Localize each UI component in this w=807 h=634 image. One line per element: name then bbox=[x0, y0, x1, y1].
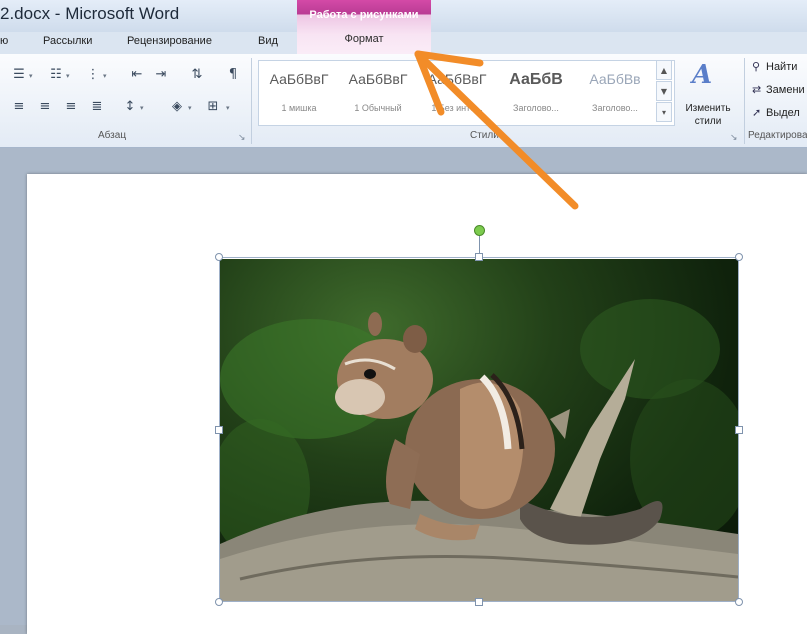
style-tile[interactable]: АаБбВвГ 1 Без инте... bbox=[419, 63, 495, 121]
tab-partial[interactable]: ю bbox=[0, 35, 8, 47]
justify-icon[interactable]: ≣ bbox=[88, 98, 106, 116]
decrease-indent-icon[interactable]: ⇤ bbox=[128, 66, 146, 84]
tab-review[interactable]: Рецензирование bbox=[127, 35, 212, 47]
style-name: Заголово... bbox=[592, 103, 638, 113]
style-name: Заголово... bbox=[513, 103, 559, 113]
gallery-up-icon[interactable]: ▲ bbox=[656, 60, 672, 80]
cursor-icon: ➚ bbox=[752, 106, 762, 119]
binoculars-icon: ⚲ bbox=[752, 60, 761, 73]
styles-gallery: АаБбВвГ 1 мишка АаБбВвГ 1 Обычный АаБбВв… bbox=[258, 60, 675, 126]
chipmunk-picture[interactable] bbox=[220, 259, 738, 602]
tab-format[interactable]: Формат bbox=[297, 33, 431, 45]
gallery-more-icon[interactable]: ▾ bbox=[656, 102, 672, 122]
sort-icon[interactable]: ⇅ bbox=[188, 66, 206, 84]
resize-handle-bottom[interactable] bbox=[475, 598, 483, 606]
replace-button[interactable]: ⇄ Замени bbox=[752, 83, 805, 101]
numbering-dropdown-icon[interactable]: ▾ bbox=[66, 72, 70, 80]
change-styles-button[interactable]: A Изменить стили bbox=[676, 58, 740, 127]
style-sample: АаБбВвГ bbox=[427, 71, 487, 87]
style-name: 1 Без инте... bbox=[431, 103, 483, 113]
align-right-icon[interactable]: ≡ bbox=[62, 98, 80, 116]
resize-handle-bottom-left[interactable] bbox=[215, 598, 223, 606]
paragraph-group-label: Абзац bbox=[98, 130, 127, 141]
borders-icon[interactable]: ⊞ bbox=[204, 98, 222, 116]
styles-group-label: Стили bbox=[470, 130, 499, 141]
select-label: Выдел bbox=[766, 107, 800, 119]
numbering-icon[interactable]: ☷ bbox=[47, 66, 65, 84]
style-sample: АаБбВвГ bbox=[269, 71, 329, 87]
resize-handle-bottom-right[interactable] bbox=[735, 598, 743, 606]
paragraph-dialog-launcher-icon[interactable]: ↘ bbox=[238, 133, 246, 143]
picture-tools-context: Работа с рисунками Формат bbox=[297, 0, 431, 58]
line-spacing-dropdown-icon[interactable]: ▾ bbox=[140, 104, 144, 112]
styles-gallery-scroll: ▲ ▼ ▾ bbox=[656, 60, 673, 124]
group-divider bbox=[251, 58, 252, 144]
multilevel-list-icon[interactable]: ⋮ bbox=[84, 66, 102, 84]
style-sample: АаБбВв bbox=[589, 71, 641, 87]
style-tile[interactable]: АаБбВвГ 1 мишка bbox=[261, 63, 337, 121]
rotate-handle[interactable] bbox=[474, 225, 485, 236]
replace-icon: ⇄ bbox=[752, 83, 762, 96]
style-tile[interactable]: АаБбВ Заголово... bbox=[498, 63, 574, 121]
style-sample: АаБбВвГ bbox=[348, 71, 408, 87]
align-center-icon[interactable]: ≡ bbox=[36, 98, 54, 116]
align-left-icon[interactable]: ≡ bbox=[10, 98, 28, 116]
group-divider bbox=[744, 58, 745, 144]
tab-mailings[interactable]: Рассылки bbox=[43, 35, 92, 47]
line-spacing-icon[interactable]: ↕ bbox=[121, 98, 139, 116]
bullets-icon[interactable]: ☰ bbox=[10, 66, 28, 84]
borders-dropdown-icon[interactable]: ▾ bbox=[226, 104, 230, 112]
resize-handle-left[interactable] bbox=[215, 426, 223, 434]
find-label: Найти bbox=[766, 61, 798, 73]
editing-group-label: Редактирова bbox=[748, 130, 807, 141]
pilcrow-icon[interactable]: ¶ bbox=[224, 66, 242, 84]
style-tile[interactable]: АаБбВвГ 1 Обычный bbox=[340, 63, 416, 121]
resize-handle-top-right[interactable] bbox=[735, 253, 743, 261]
increase-indent-icon[interactable]: ⇥ bbox=[152, 66, 170, 84]
chipmunk-image-icon bbox=[220, 299, 738, 602]
style-sample: АаБбВ bbox=[509, 71, 563, 88]
style-tile[interactable]: АаБбВв Заголово... bbox=[577, 63, 653, 121]
picture-tools-title: Работа с рисунками bbox=[309, 9, 419, 21]
gallery-down-icon[interactable]: ▼ bbox=[656, 81, 672, 101]
resize-handle-top-left[interactable] bbox=[215, 253, 223, 261]
styles-dialog-launcher-icon[interactable]: ↘ bbox=[730, 133, 738, 143]
replace-label: Замени bbox=[766, 84, 805, 96]
shading-dropdown-icon[interactable]: ▾ bbox=[188, 104, 192, 112]
bullets-dropdown-icon[interactable]: ▾ bbox=[29, 72, 33, 80]
resize-handle-top[interactable] bbox=[475, 253, 483, 261]
shading-icon[interactable]: ◈ bbox=[168, 98, 186, 116]
find-button[interactable]: ⚲ Найти bbox=[752, 60, 797, 78]
change-styles-icon: A bbox=[692, 60, 713, 90]
style-name: 1 мишка bbox=[281, 103, 317, 113]
resize-handle-right[interactable] bbox=[735, 426, 743, 434]
window-title: 2.docx - Microsoft Word bbox=[0, 4, 180, 23]
change-styles-label: Изменить стили bbox=[685, 103, 731, 127]
tab-view[interactable]: Вид bbox=[258, 35, 278, 47]
style-name: 1 Обычный bbox=[354, 103, 402, 113]
ribbon: ☰ ▾ ☷ ▾ ⋮ ▾ ⇤ ⇥ ⇅ ¶ ≡ ≡ ≡ ≣ ↕ ▾ ◈ ▾ ⊞ ▾ … bbox=[0, 54, 807, 148]
select-button[interactable]: ➚ Выдел bbox=[752, 106, 800, 124]
multilevel-dropdown-icon[interactable]: ▾ bbox=[103, 72, 107, 80]
